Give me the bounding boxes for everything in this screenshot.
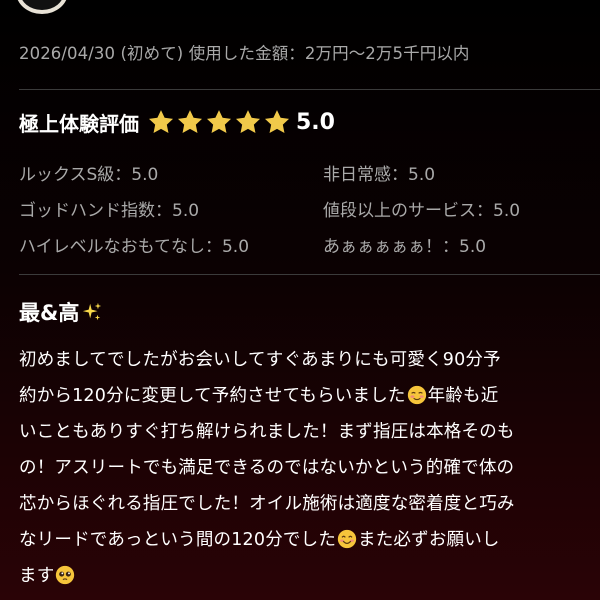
sub-rating-separator: ： bbox=[442, 237, 459, 257]
rating-title: 極上体験評価 bbox=[19, 111, 139, 136]
review-body-line: いこともありすぐ打ち解けられました！まず指圧は本格そのも bbox=[19, 418, 515, 443]
sub-rating-separator: ： bbox=[391, 165, 408, 185]
sub-rating-label: 非日常感 bbox=[323, 165, 391, 185]
sub-rating-value: 5.0 bbox=[408, 165, 436, 185]
sub-rating: ゴッドハンド指数：5.0 bbox=[19, 196, 199, 221]
review-date: 2026/04/30 bbox=[19, 44, 116, 63]
sub-rating: ハイレベルなおもてなし：5.0 bbox=[19, 232, 249, 257]
sub-rating-label: ゴッドハンド指数 bbox=[19, 201, 155, 221]
sub-rating: ルックスS級：5.0 bbox=[19, 160, 158, 185]
review-text: なリードであっという間の120分でした bbox=[19, 530, 337, 550]
avatar bbox=[16, 0, 68, 14]
review-text: 初めましてでしたがお会いしてすぐあまりにも可愛く90分予 bbox=[19, 350, 501, 370]
divider bbox=[19, 274, 600, 275]
review-text: いこともありすぐ打ち解けられました！まず指圧は本格そのも bbox=[19, 422, 515, 442]
review-body-line: の！アスリートでも満足できるのではないかという的確で体の bbox=[19, 454, 514, 479]
sub-rating-separator: ： bbox=[204, 237, 222, 257]
sub-rating-value: 5.0 bbox=[459, 237, 487, 257]
sub-rating-value: 5.0 bbox=[131, 165, 159, 185]
star-icon bbox=[235, 110, 261, 133]
review-text: の！アスリートでも満足できるのではないかという的確で体の bbox=[19, 458, 515, 478]
star-icon bbox=[206, 110, 232, 133]
relieved-face-icon bbox=[407, 385, 426, 404]
review-text: 芯からほぐれる指圧でした！オイル施術は適度な密着度と巧み bbox=[19, 494, 515, 514]
pleading-face-icon bbox=[56, 565, 75, 584]
sub-rating: 非日常感：5.0 bbox=[323, 160, 435, 185]
divider bbox=[19, 89, 600, 90]
review-text: ます bbox=[19, 566, 55, 586]
amount-label: 使用した金額： bbox=[188, 44, 305, 63]
rating-score: 5.0 bbox=[296, 109, 335, 135]
sub-rating-label: ルックスS級 bbox=[19, 165, 115, 185]
review-meta: 2026/04/30 (初めて) 使用した金額：2万円〜2万5千円以内 bbox=[19, 40, 470, 64]
sub-rating-value: 5.0 bbox=[493, 201, 521, 221]
sub-rating-value: 5.0 bbox=[221, 237, 250, 257]
review-title-text: 最&高 bbox=[19, 301, 80, 325]
visit-type: (初めて) bbox=[120, 44, 184, 63]
overall-rating: 極上体験評価 5.0 bbox=[19, 106, 335, 138]
review-text: 年齢も近 bbox=[427, 386, 499, 406]
review-body-line: なリードであっという間の120分でした また必ずお願いし bbox=[19, 526, 500, 551]
sub-rating: あぁぁぁぁぁ！：5.0 bbox=[323, 232, 486, 257]
sub-rating-label: ハイレベルなおもてなし bbox=[19, 237, 205, 257]
sub-rating-label: あぁぁぁぁぁ！ bbox=[323, 237, 442, 257]
star-icon bbox=[148, 110, 174, 133]
star-icon bbox=[177, 110, 203, 133]
star-rating bbox=[147, 108, 292, 136]
sub-rating-value: 5.0 bbox=[172, 201, 200, 221]
sub-rating-separator: ： bbox=[476, 201, 493, 221]
star-icon bbox=[264, 110, 290, 133]
review-text: 約から120分に変更して予約させてもらいました bbox=[19, 386, 406, 406]
review-title: 最&高 bbox=[19, 297, 103, 327]
sub-rating-label: 値段以上のサービス bbox=[323, 201, 476, 221]
review-body-line: 初めましてでしたがお会いしてすぐあまりにも可愛く90分予 bbox=[19, 346, 501, 371]
sub-rating-separator: ： bbox=[155, 201, 172, 221]
review-body-line: ます bbox=[19, 562, 76, 587]
sub-rating-separator: ： bbox=[114, 165, 132, 185]
review-body-line: 芯からほぐれる指圧でした！オイル施術は適度な密着度と巧み bbox=[19, 490, 515, 515]
sparkles-icon bbox=[83, 302, 102, 321]
sub-rating: 値段以上のサービス：5.0 bbox=[323, 196, 520, 221]
amount-value: 2万円〜2万5千円以内 bbox=[304, 44, 470, 63]
smiling-face-icon bbox=[337, 529, 357, 548]
review-text: また必ずお願いし bbox=[358, 530, 500, 550]
review-body-line: 約から120分に変更して予約させてもらいました 年齢も近 bbox=[19, 382, 498, 407]
